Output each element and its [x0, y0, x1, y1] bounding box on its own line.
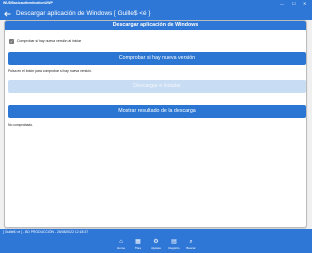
- app-window: WUDBasicauthenticationUWP — ☐ ✕ Descarga…: [0, 0, 312, 253]
- nav-item-tiles[interactable]: ▦ Tiles: [128, 238, 148, 252]
- show-result-button[interactable]: Mostrar resultado de la descarga: [8, 105, 306, 118]
- instructions-text: Pulsa en el botón para comprobar si hay …: [8, 69, 92, 73]
- nav-label-tiles: Tiles: [134, 246, 142, 250]
- tiles-icon: ▦: [135, 239, 141, 245]
- maximize-icon[interactable]: ☐: [292, 0, 296, 7]
- check-update-button[interactable]: Comprobar si hay nueva versión: [8, 52, 306, 65]
- minimize-icon[interactable]: —: [280, 0, 284, 7]
- check-on-start-checkbox[interactable]: ✓: [9, 38, 14, 44]
- back-arrow-icon[interactable]: [3, 7, 12, 20]
- download-install-button[interactable]: Descargar e instalar: [8, 80, 306, 93]
- window-titlebar: WUDBasicauthenticationUWP — ☐ ✕: [0, 0, 312, 7]
- status-text: No comprobado.: [8, 123, 34, 127]
- check-on-start-row[interactable]: ✓ Comprobar si hay nueva versión al inic…: [9, 38, 81, 44]
- nav-label-search: Buscar: [186, 246, 196, 250]
- card-title: Descargar aplicación de Windows: [5, 21, 306, 30]
- bottom-nav: ⌂ Home ▦ Tiles ⚙ Ajustes ▤ Registro ⌕ Bu…: [0, 236, 312, 253]
- close-icon[interactable]: ✕: [303, 0, 306, 7]
- page-header: Descargar aplicación de Windows [ Guille…: [0, 7, 312, 20]
- nav-item-search[interactable]: ⌕ Buscar: [181, 238, 201, 252]
- search-icon: ⌕: [189, 239, 193, 245]
- nav-label-settings: Ajustes: [151, 246, 161, 250]
- page-title: Descargar aplicación de Windows [ Guille…: [16, 10, 151, 17]
- status-bar-text: [ Guille$ <é ] - BD PRODUCCIÓN - 26/08/2…: [3, 230, 89, 234]
- check-on-start-label: Comprobar si hay nueva versión al inicia…: [17, 39, 82, 43]
- nav-item-settings[interactable]: ⚙ Ajustes: [146, 238, 166, 252]
- settings-icon: ⚙: [153, 239, 159, 245]
- window-title: WUDBasicauthenticationUWP: [3, 1, 53, 5]
- back-arrow-icon-graphic: [4, 10, 11, 17]
- download-card: Descargar aplicación de Windows ✓ Compro…: [4, 20, 307, 228]
- main-content: Descargar aplicación de Windows ✓ Compro…: [0, 20, 312, 229]
- status-bar: [ Guille$ <é ] - BD PRODUCCIÓN - 26/08/2…: [0, 229, 312, 236]
